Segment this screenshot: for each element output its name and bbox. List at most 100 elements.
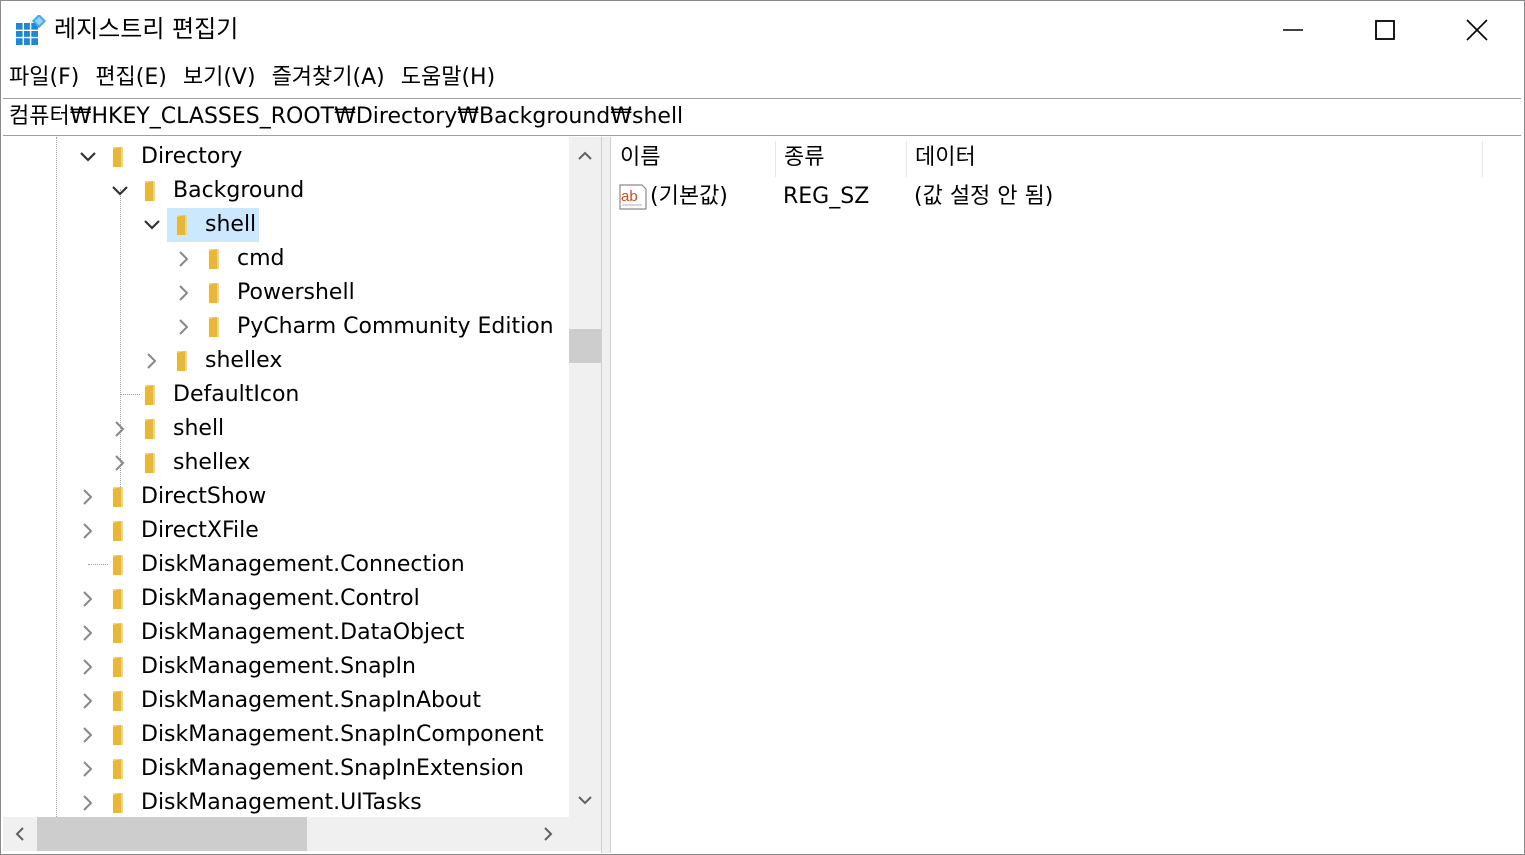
title-bar[interactable]: 레지스트리 편집기 — [1, 1, 1524, 59]
tree-item-diskmanagement-snapinabout[interactable]: DiskManagement.SnapInAbout — [3, 684, 569, 718]
address-path[interactable]: 컴퓨터₩HKEY_CLASSES_ROOT₩Directory₩Backgrou… — [9, 101, 683, 133]
chevron-right-icon[interactable] — [78, 786, 98, 817]
tree-item-diskmanagement-uitasks[interactable]: DiskManagement.UITasks — [3, 786, 569, 817]
chevron-down-icon[interactable] — [142, 208, 162, 242]
window-title: 레지스트리 편집기 — [54, 15, 239, 43]
folder-icon — [145, 385, 155, 405]
tree-item-defaulticon[interactable]: DefaultIcon — [3, 378, 569, 412]
tree-item-label: shellex — [173, 450, 251, 475]
folder-icon — [145, 181, 155, 201]
tree-item-directshow[interactable]: DirectShow — [3, 480, 569, 514]
tree-item-directory[interactable]: Directory — [3, 140, 569, 174]
folder-icon — [113, 691, 123, 711]
tree-item-label: DiskManagement.UITasks — [141, 790, 422, 815]
list-header: 이름 종류 데이터 — [612, 137, 1522, 179]
close-button[interactable] — [1431, 1, 1523, 59]
vertical-scroll-thumb[interactable] — [569, 329, 601, 363]
column-divider[interactable] — [1482, 141, 1483, 177]
folder-icon — [177, 351, 187, 371]
tree-item-label: shellex — [205, 348, 283, 373]
value-type: REG_SZ — [783, 184, 870, 209]
tree-item-label: Background — [173, 178, 305, 203]
tree-item-label: DefaultIcon — [173, 382, 300, 407]
tree-item-diskmanagement-snapincomponent[interactable]: DiskManagement.SnapInComponent — [3, 718, 569, 752]
column-header-data[interactable]: 데이터 — [907, 137, 1485, 179]
tree-item-pycharm[interactable]: PyCharm Community Edition — [3, 310, 569, 344]
scroll-down-arrow-icon[interactable] — [569, 785, 601, 815]
tree-item-diskmanagement-snapinextension[interactable]: DiskManagement.SnapInExtension — [3, 752, 569, 786]
tree-item-shell-selected[interactable]: shell — [3, 208, 569, 242]
tree-item-label: DiskManagement.SnapInExtension — [141, 756, 524, 781]
chevron-right-icon[interactable] — [78, 480, 98, 514]
tree-horizontal-scrollbar[interactable] — [3, 817, 569, 851]
tree-item-cmd[interactable]: cmd — [3, 242, 569, 276]
tree-item-diskmanagement-snapin[interactable]: DiskManagement.SnapIn — [3, 650, 569, 684]
maximize-button[interactable] — [1339, 1, 1431, 59]
svg-text:ab: ab — [621, 188, 638, 205]
scroll-right-arrow-icon[interactable] — [533, 817, 563, 851]
horizontal-scroll-thumb[interactable] — [37, 817, 307, 851]
folder-icon — [113, 521, 123, 541]
scroll-up-arrow-icon[interactable] — [569, 141, 601, 171]
chevron-right-icon[interactable] — [174, 276, 194, 310]
folder-icon — [113, 623, 123, 643]
tree-pane: Directory Background shell cmd Powershel… — [3, 137, 602, 853]
address-bar[interactable]: 컴퓨터₩HKEY_CLASSES_ROOT₩Directory₩Backgrou… — [3, 98, 1521, 136]
folder-icon — [113, 487, 123, 507]
close-icon — [1466, 19, 1488, 41]
column-header-type[interactable]: 종류 — [776, 137, 906, 179]
chevron-right-icon[interactable] — [78, 752, 98, 786]
tree-item-powershell[interactable]: Powershell — [3, 276, 569, 310]
folder-icon — [113, 657, 123, 677]
column-header-name[interactable]: 이름 — [612, 137, 776, 179]
folder-icon — [145, 453, 155, 473]
chevron-right-icon[interactable] — [78, 650, 98, 684]
tree-item-label: Directory — [141, 144, 243, 169]
tree-item-background[interactable]: Background — [3, 174, 569, 208]
chevron-down-icon[interactable] — [110, 174, 130, 208]
chevron-right-icon[interactable] — [78, 616, 98, 650]
chevron-right-icon[interactable] — [174, 310, 194, 344]
folder-icon — [209, 283, 219, 303]
tree-item-diskmanagement-control[interactable]: DiskManagement.Control — [3, 582, 569, 616]
tree-item-label: PyCharm Community Edition — [237, 314, 554, 339]
tree-item-diskmanagement-dataobject[interactable]: DiskManagement.DataObject — [3, 616, 569, 650]
menu-bar: 파일(F) 편집(E) 보기(V) 즐겨찾기(A) 도움말(H) — [1, 59, 1524, 97]
tree-item-label: shell — [173, 416, 225, 441]
folder-icon — [113, 725, 123, 745]
chevron-right-icon[interactable] — [142, 344, 162, 378]
folder-icon — [209, 249, 219, 269]
menu-file[interactable]: 파일(F) — [1, 59, 87, 97]
chevron-right-icon[interactable] — [110, 412, 130, 446]
chevron-right-icon[interactable] — [78, 514, 98, 548]
menu-help[interactable]: 도움말(H) — [393, 59, 503, 97]
tree-item-directxfile[interactable]: DirectXFile — [3, 514, 569, 548]
tree-vertical-scrollbar[interactable] — [569, 137, 601, 817]
registry-editor-icon — [16, 15, 47, 45]
value-row-default[interactable]: ab (기본값) REG_SZ (값 설정 안 됨) — [612, 179, 1522, 215]
scrollbar-corner — [569, 817, 601, 851]
menu-edit[interactable]: 편집(E) — [87, 59, 175, 97]
tree-item-directory-shell[interactable]: shell — [3, 412, 569, 446]
chevron-right-icon[interactable] — [110, 446, 130, 480]
tree-item-directory-shellex[interactable]: shellex — [3, 446, 569, 480]
folder-icon — [113, 759, 123, 779]
tree-item-diskmanagement-connection[interactable]: DiskManagement.Connection — [3, 548, 569, 582]
registry-editor-window: 레지스트리 편집기 파일(F) 편집(E) 보기(V) 즐겨찾기(A) 도움말(… — [0, 0, 1525, 855]
pane-splitter[interactable] — [602, 137, 611, 853]
chevron-right-icon[interactable] — [78, 684, 98, 718]
folder-icon — [209, 317, 219, 337]
tree-item-label: DiskManagement.SnapInAbout — [141, 688, 482, 713]
menu-view[interactable]: 보기(V) — [175, 59, 264, 97]
menu-favorites[interactable]: 즐겨찾기(A) — [264, 59, 393, 97]
chevron-right-icon[interactable] — [174, 242, 194, 276]
scroll-left-arrow-icon[interactable] — [5, 817, 35, 851]
value-data: (값 설정 안 됨) — [914, 184, 1054, 209]
chevron-down-icon[interactable] — [78, 140, 98, 174]
tree-item-shellex[interactable]: shellex — [3, 344, 569, 378]
minimize-button[interactable] — [1247, 1, 1339, 59]
values-list-pane: 이름 종류 데이터 ab (기본값) REG_SZ (값 설정 안 됨) — [612, 137, 1522, 853]
chevron-right-icon[interactable] — [78, 582, 98, 616]
chevron-right-icon[interactable] — [78, 718, 98, 752]
tree-item-label: shell — [205, 212, 257, 237]
